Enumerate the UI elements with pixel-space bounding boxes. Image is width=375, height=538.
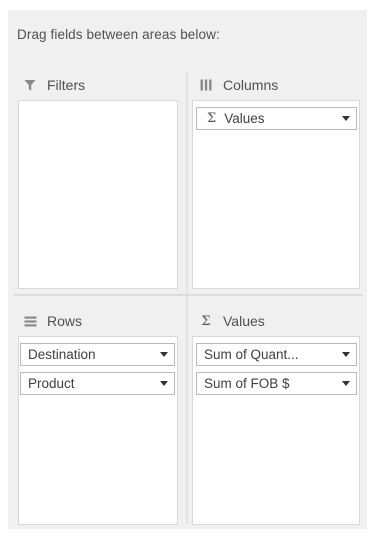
field-dropdown-button[interactable] (154, 344, 174, 365)
field-dropdown-button[interactable] (154, 373, 174, 394)
chevron-down-icon (160, 381, 168, 386)
field-label: Product (28, 376, 75, 391)
field-label: Sum of FOB $ (204, 376, 290, 391)
vertical-area-divider (186, 72, 188, 524)
rows-area-header: Rows (22, 313, 82, 329)
drag-fields-instruction: Drag fields between areas below: (17, 27, 220, 42)
rows-field-destination[interactable]: Destination (20, 343, 175, 366)
columns-field-values[interactable]: Σ Values (196, 107, 357, 130)
values-field-sum-of-quantity[interactable]: Sum of Quant... (196, 343, 357, 366)
filter-icon (22, 77, 38, 93)
filters-area-label: Filters (47, 77, 86, 93)
values-area-label: Values (223, 313, 265, 329)
rows-area-label: Rows (47, 313, 83, 329)
rows-field-product[interactable]: Product (20, 372, 175, 395)
values-field-sum-of-fob[interactable]: Sum of FOB $ (196, 372, 357, 395)
field-label: Values (224, 111, 265, 126)
chevron-down-icon (160, 352, 168, 357)
field-dropdown-button[interactable] (336, 108, 356, 129)
sigma-icon: Σ (201, 313, 211, 329)
field-label: Sum of Quant... (204, 347, 299, 362)
field-label: Destination (28, 347, 96, 362)
columns-area-label: Columns (223, 77, 279, 93)
columns-area-header: Columns (198, 77, 278, 93)
horizontal-area-divider (14, 294, 362, 296)
filters-area-header: Filters (22, 77, 85, 93)
chevron-down-icon (342, 352, 350, 357)
rows-icon (22, 313, 38, 329)
field-dropdown-button[interactable] (336, 344, 356, 365)
values-area-header: Σ Values (198, 313, 265, 329)
chevron-down-icon (342, 116, 350, 121)
columns-icon (198, 77, 214, 93)
field-dropdown-button[interactable] (336, 373, 356, 394)
sigma-icon: Σ (207, 111, 217, 126)
chevron-down-icon (342, 381, 350, 386)
filters-drop-zone[interactable] (18, 100, 178, 289)
